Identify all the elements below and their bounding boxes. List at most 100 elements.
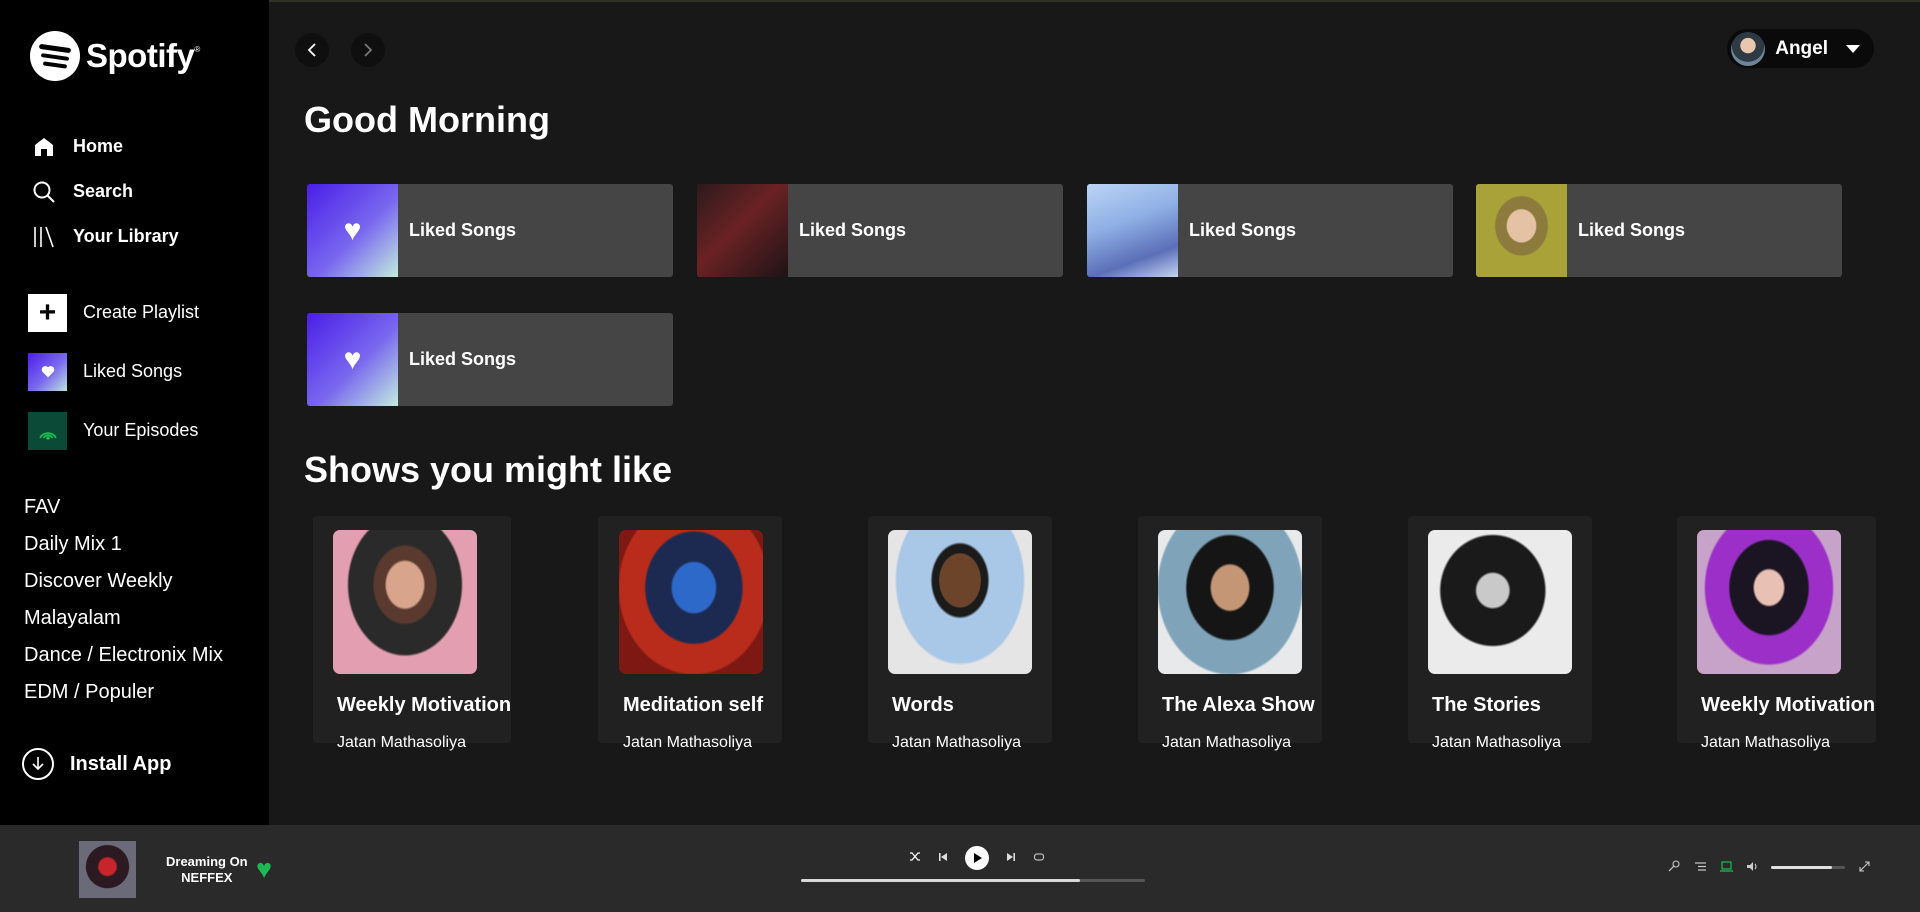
spotify-icon bbox=[30, 31, 80, 81]
nav-search[interactable]: Search bbox=[31, 169, 179, 214]
volume-icon[interactable] bbox=[1745, 861, 1759, 875]
show-cover bbox=[1428, 530, 1572, 674]
track-title[interactable]: Dreaming On bbox=[166, 854, 248, 870]
shuffle-icon[interactable] bbox=[909, 851, 921, 865]
show-author: Jatan Mathasoliya bbox=[892, 734, 1021, 751]
chevron-left-icon bbox=[307, 43, 316, 57]
create-playlist-button[interactable]: + Create Playlist bbox=[28, 283, 199, 342]
nav-library[interactable]: Your Library bbox=[31, 214, 179, 259]
liked-songs-link[interactable]: Liked Songs bbox=[28, 342, 199, 401]
show-card[interactable]: Weekly Motivation Jatan Mathasoliya bbox=[313, 516, 513, 781]
quick-pick-card[interactable]: ♥ Liked Songs bbox=[307, 184, 673, 277]
library-icon bbox=[31, 224, 57, 250]
trademark-mark: ® bbox=[194, 45, 200, 54]
repeat-icon[interactable] bbox=[1033, 851, 1045, 865]
create-playlist-label: Create Playlist bbox=[83, 302, 200, 322]
heart-icon: ♥ bbox=[343, 342, 362, 376]
volume-level bbox=[1771, 866, 1832, 869]
user-menu[interactable]: Angel bbox=[1727, 29, 1874, 68]
show-card[interactable]: The Stories Jatan Mathasoliya bbox=[1408, 516, 1608, 781]
show-title: Weekly Motivation bbox=[1701, 694, 1876, 716]
playlist-item[interactable]: FAV bbox=[24, 489, 223, 526]
nav-search-label: Search bbox=[73, 181, 134, 201]
next-icon[interactable] bbox=[1005, 851, 1017, 865]
playlist-item[interactable]: Discover Weekly bbox=[24, 563, 223, 600]
quick-pick-card[interactable]: Liked Songs bbox=[697, 184, 1063, 277]
playlist-item[interactable]: Daily Mix 1 bbox=[24, 526, 223, 563]
fullscreen-icon[interactable] bbox=[1857, 860, 1871, 875]
quick-pick-card[interactable]: Liked Songs bbox=[1087, 184, 1453, 277]
like-heart-icon[interactable]: ♥ bbox=[256, 854, 272, 885]
now-playing-cover[interactable] bbox=[79, 841, 136, 898]
quick-pick-label: Liked Songs bbox=[1578, 220, 1686, 240]
quick-pick-cover bbox=[697, 184, 788, 277]
play-button[interactable] bbox=[965, 846, 989, 870]
show-title: The Stories bbox=[1432, 694, 1541, 716]
user-name: Angel bbox=[1775, 37, 1828, 59]
heart-icon bbox=[28, 352, 67, 391]
show-title: The Alexa Show bbox=[1162, 694, 1315, 716]
playlist-item[interactable]: Dance / Electronix Mix bbox=[24, 637, 223, 674]
queue-icon[interactable] bbox=[1693, 861, 1707, 875]
show-cover bbox=[1158, 530, 1302, 674]
quick-pick-cover bbox=[1087, 184, 1178, 277]
previous-icon[interactable] bbox=[937, 851, 949, 865]
quick-pick-label: Liked Songs bbox=[409, 220, 517, 240]
progress-bar[interactable] bbox=[801, 879, 1145, 882]
show-title: Meditation self bbox=[623, 694, 764, 716]
heart-icon: ♥ bbox=[343, 213, 362, 247]
show-cover bbox=[333, 530, 477, 674]
progress-area bbox=[782, 875, 1162, 887]
greeting-heading: Good Morning bbox=[304, 99, 550, 140]
show-author: Jatan Mathasoliya bbox=[337, 734, 466, 751]
quick-pick-label: Liked Songs bbox=[409, 349, 517, 369]
caret-down-icon bbox=[1846, 44, 1860, 53]
home-icon bbox=[31, 134, 57, 160]
devices-icon[interactable] bbox=[1719, 860, 1733, 875]
liked-songs-label: Liked Songs bbox=[83, 361, 183, 381]
history-nav bbox=[295, 33, 385, 67]
install-app-button[interactable]: Install App bbox=[22, 748, 171, 780]
sidebar: Spotify® Home Search Your Library + Crea… bbox=[0, 0, 269, 825]
playlist-item[interactable]: EDM / Populer bbox=[24, 674, 223, 711]
show-cover bbox=[888, 530, 1032, 674]
back-button[interactable] bbox=[295, 33, 329, 67]
volume-slider[interactable] bbox=[1771, 866, 1845, 869]
main-content: Angel Good Morning ♥ Liked Songs Liked S… bbox=[269, 0, 1920, 825]
show-author: Jatan Mathasoliya bbox=[623, 734, 752, 751]
play-icon bbox=[973, 853, 982, 863]
show-card[interactable]: Words Jatan Mathasoliya bbox=[868, 516, 1068, 781]
shows-heading: Shows you might like bbox=[304, 449, 673, 490]
progress-fill bbox=[801, 879, 1080, 882]
show-title: Weekly Motivation bbox=[337, 694, 512, 716]
spotify-logo[interactable]: Spotify® bbox=[30, 31, 200, 81]
search-icon bbox=[31, 179, 57, 205]
show-card[interactable]: Weekly Motivation Jatan Mathasoliya bbox=[1677, 516, 1877, 781]
forward-button[interactable] bbox=[351, 33, 385, 67]
show-cover bbox=[1697, 530, 1841, 674]
your-episodes-link[interactable]: Your Episodes bbox=[28, 401, 199, 460]
sidebar-actions: + Create Playlist Liked Songs Your Episo… bbox=[28, 283, 199, 460]
lyrics-mic-icon[interactable] bbox=[1667, 860, 1681, 875]
player-bar: Dreaming On NEFFEX ♥ bbox=[0, 825, 1920, 912]
quick-pick-card[interactable]: ♥ Liked Songs bbox=[307, 313, 673, 406]
quick-pick-cover bbox=[1476, 184, 1567, 277]
plus-icon: + bbox=[28, 293, 67, 332]
download-icon bbox=[22, 748, 54, 780]
quick-pick-label: Liked Songs bbox=[1189, 220, 1297, 240]
quick-pick-card[interactable]: Liked Songs bbox=[1476, 184, 1842, 277]
show-card[interactable]: The Alexa Show Jatan Mathasoliya bbox=[1138, 516, 1338, 781]
avatar bbox=[1731, 31, 1766, 66]
podcast-icon bbox=[28, 411, 67, 450]
playlist-item[interactable]: Malayalam bbox=[24, 600, 223, 637]
track-artist[interactable]: NEFFEX bbox=[166, 870, 248, 886]
show-author: Jatan Mathasoliya bbox=[1162, 734, 1291, 751]
nav-home[interactable]: Home bbox=[31, 124, 179, 169]
brand-name: Spotify bbox=[86, 37, 195, 74]
install-app-label: Install App bbox=[70, 752, 172, 775]
quick-pick-label: Liked Songs bbox=[799, 220, 907, 240]
main-nav: Home Search Your Library bbox=[31, 124, 179, 259]
nav-library-label: Your Library bbox=[73, 226, 179, 246]
show-cover bbox=[619, 530, 763, 674]
show-card[interactable]: Meditation self Jatan Mathasoliya bbox=[598, 516, 798, 781]
